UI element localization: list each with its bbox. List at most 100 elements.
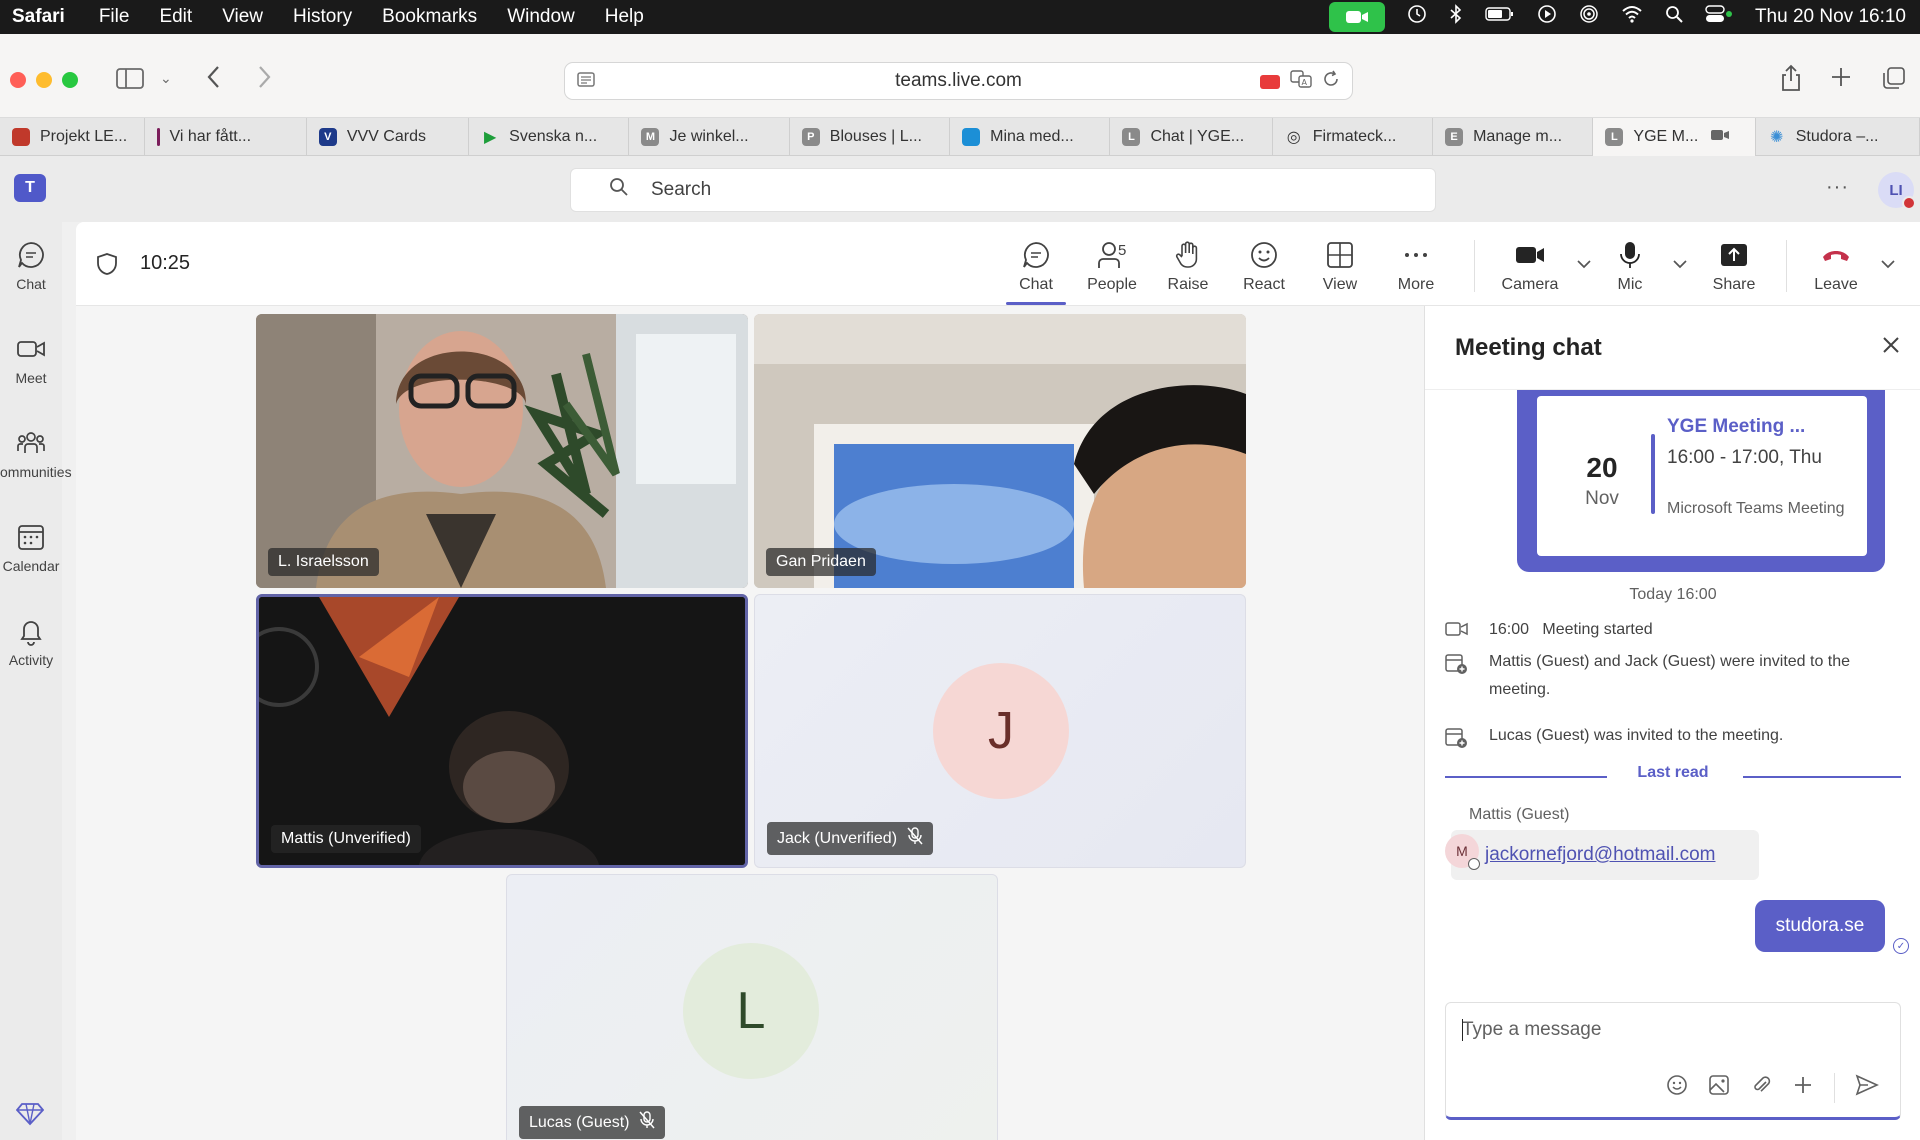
video-tile-lucas[interactable]: L Lucas (Guest) bbox=[506, 874, 998, 1140]
close-icon[interactable] bbox=[1881, 334, 1901, 362]
rail-item-chat[interactable]: Chat bbox=[0, 240, 62, 292]
battery-icon[interactable] bbox=[1485, 6, 1515, 28]
shield-icon[interactable] bbox=[96, 252, 118, 282]
meeting-card[interactable]: 20 Nov YGE Meeting ... 16:00 - 17:00, Th… bbox=[1537, 396, 1867, 556]
raise-hand-button[interactable]: Raise bbox=[1152, 240, 1224, 294]
premium-diamond-icon[interactable] bbox=[15, 1102, 45, 1132]
tab-group-chevron-icon[interactable]: ⌄ bbox=[160, 70, 172, 87]
smiley-icon bbox=[1251, 242, 1277, 268]
facetime-active-icon[interactable] bbox=[1328, 2, 1385, 32]
spotlight-search-icon[interactable] bbox=[1665, 5, 1683, 29]
browser-tab[interactable]: L Chat | YGE... bbox=[1110, 118, 1273, 156]
menu-file[interactable]: File bbox=[99, 6, 130, 28]
leave-options-chevron-icon[interactable] bbox=[1880, 256, 1896, 272]
last-read-label: Last read bbox=[1637, 764, 1709, 781]
rail-item-calendar[interactable]: Calendar bbox=[0, 522, 62, 574]
people-button[interactable]: 5 People bbox=[1076, 240, 1148, 294]
rail-item-activity[interactable]: Activity bbox=[0, 616, 62, 668]
browser-tab[interactable]: Vi har fått... bbox=[145, 118, 307, 156]
zoom-window-button[interactable] bbox=[62, 72, 78, 88]
menu-bar-clock[interactable]: Thu 20 Nov 16:10 bbox=[1755, 6, 1906, 28]
menu-window[interactable]: Window bbox=[507, 6, 575, 28]
more-options-icon[interactable]: ··· bbox=[1826, 176, 1849, 199]
share-page-icon[interactable] bbox=[1780, 64, 1802, 99]
back-icon[interactable] bbox=[206, 64, 222, 97]
video-tile-l-israelsson[interactable]: L. Israelsson bbox=[256, 314, 748, 588]
leave-button[interactable]: Leave bbox=[1800, 240, 1872, 294]
tab-favicon-icon: M bbox=[641, 128, 660, 146]
react-button[interactable]: React bbox=[1228, 240, 1300, 294]
browser-tab[interactable]: V VVV Cards bbox=[307, 118, 470, 156]
tab-favicon-icon bbox=[12, 128, 30, 146]
attach-icon[interactable] bbox=[1750, 1074, 1772, 1102]
browser-tab[interactable]: ◎ Firmateck... bbox=[1273, 118, 1434, 156]
play-icon[interactable] bbox=[1537, 4, 1557, 30]
browser-tab[interactable]: Mina med... bbox=[950, 118, 1111, 156]
browser-tab[interactable]: Projekt LE... bbox=[0, 118, 145, 156]
wifi-icon[interactable] bbox=[1621, 5, 1643, 29]
message-link[interactable]: jackornefjord@hotmail.com bbox=[1485, 844, 1716, 866]
camera-button[interactable]: Camera bbox=[1488, 240, 1572, 294]
browser-tab-active[interactable]: L YGE M... bbox=[1593, 118, 1756, 156]
airdrop-icon[interactable] bbox=[1579, 4, 1599, 30]
camera-options-chevron-icon[interactable] bbox=[1576, 256, 1592, 272]
menu-app-safari[interactable]: Safari bbox=[12, 6, 65, 28]
chat-button[interactable]: Chat bbox=[1000, 240, 1072, 305]
user-avatar[interactable]: LI bbox=[1878, 172, 1916, 210]
incoming-message[interactable]: jackornefjord@hotmail.com bbox=[1451, 830, 1759, 880]
reload-icon[interactable] bbox=[1322, 70, 1340, 93]
mic-muted-icon bbox=[907, 827, 923, 850]
video-tile-gan-pridaen[interactable]: Gan Pridaen bbox=[754, 314, 1246, 588]
browser-tab[interactable]: ✺ Studora –... bbox=[1756, 118, 1920, 156]
meeting-card-title[interactable]: YGE Meeting ... bbox=[1667, 416, 1805, 438]
tab-favicon-icon: ✺ bbox=[1770, 129, 1784, 146]
menu-help[interactable]: Help bbox=[605, 6, 644, 28]
avatar[interactable]: M bbox=[1445, 834, 1480, 870]
communities-icon bbox=[16, 428, 46, 458]
video-tile-mattis[interactable]: Mattis (Unverified) bbox=[256, 594, 748, 868]
menu-view[interactable]: View bbox=[222, 6, 263, 28]
rail-item-meet[interactable]: Meet bbox=[0, 334, 62, 386]
participant-name: Gan Pridaen bbox=[776, 553, 866, 570]
control-center-icon[interactable] bbox=[1705, 5, 1733, 29]
mic-button[interactable]: Mic bbox=[1594, 240, 1666, 294]
add-icon[interactable] bbox=[1792, 1074, 1814, 1102]
tab-label: Chat | YGE... bbox=[1150, 128, 1245, 145]
minimize-window-button[interactable] bbox=[36, 72, 52, 88]
tab-label: Je winkel... bbox=[669, 128, 749, 145]
send-icon[interactable] bbox=[1855, 1074, 1879, 1102]
more-button[interactable]: More bbox=[1380, 240, 1452, 294]
close-window-button[interactable] bbox=[10, 72, 26, 88]
rail-item-communities[interactable]: ommunities bbox=[0, 428, 72, 480]
sidebar-toggle-icon[interactable] bbox=[116, 68, 146, 97]
outgoing-message[interactable]: studora.se bbox=[1755, 900, 1885, 952]
menu-edit[interactable]: Edit bbox=[159, 6, 192, 28]
browser-tab[interactable]: E Manage m... bbox=[1433, 118, 1594, 156]
view-button[interactable]: View bbox=[1304, 240, 1376, 294]
address-bar[interactable]: teams.live.com A bbox=[564, 62, 1353, 100]
tab-overview-icon[interactable] bbox=[1882, 66, 1906, 97]
share-button[interactable]: Share bbox=[1698, 240, 1770, 294]
browser-tab[interactable]: ▶ Svenska n... bbox=[469, 118, 630, 156]
camera-recording-icon[interactable] bbox=[1260, 74, 1280, 89]
video-tile-jack[interactable]: J Jack (Unverified) bbox=[754, 594, 1246, 868]
menu-bookmarks[interactable]: Bookmarks bbox=[382, 6, 477, 28]
browser-tab[interactable]: P Blouses | L... bbox=[790, 118, 951, 156]
image-icon[interactable] bbox=[1708, 1074, 1730, 1102]
teams-logo-icon[interactable]: T bbox=[14, 174, 46, 202]
message-composer[interactable]: Type a message bbox=[1445, 1002, 1901, 1120]
emoji-icon[interactable] bbox=[1666, 1074, 1688, 1102]
message-input-placeholder[interactable]: Type a message bbox=[1462, 1019, 1601, 1041]
people-count: 5 bbox=[1118, 242, 1127, 259]
search-input[interactable]: Search bbox=[570, 168, 1436, 212]
time-machine-icon[interactable] bbox=[1407, 4, 1427, 30]
menu-history[interactable]: History bbox=[293, 6, 352, 28]
mic-options-chevron-icon[interactable] bbox=[1672, 256, 1688, 272]
browser-tab[interactable]: M Je winkel... bbox=[629, 118, 790, 156]
page-menu-icon[interactable] bbox=[577, 71, 595, 94]
translate-icon[interactable]: A bbox=[1290, 70, 1312, 93]
forward-icon[interactable] bbox=[256, 64, 272, 97]
new-tab-icon[interactable] bbox=[1830, 66, 1852, 95]
avatar-initial: L bbox=[736, 982, 766, 1040]
bluetooth-icon[interactable] bbox=[1449, 4, 1463, 30]
